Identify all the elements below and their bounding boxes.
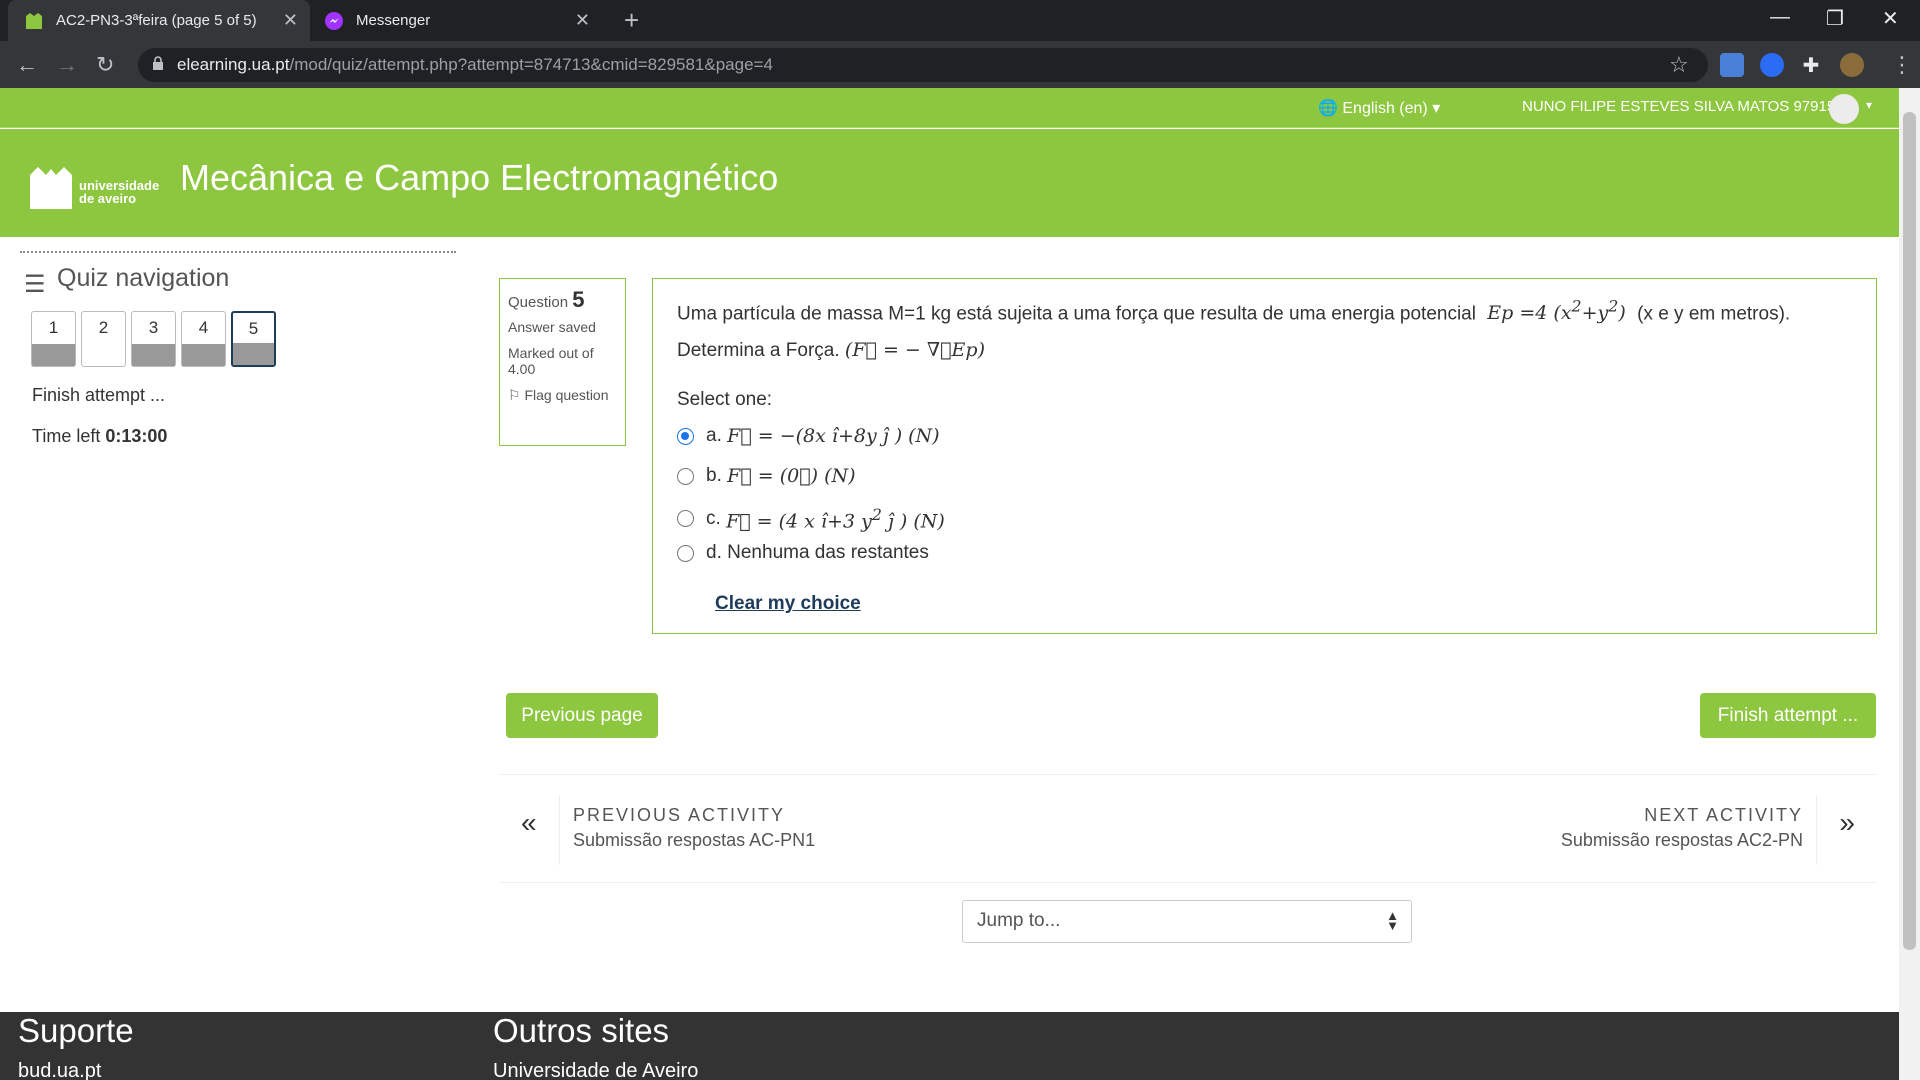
potential-formula: Ep =4 (x2+y2): [1481, 297, 1632, 325]
url-text[interactable]: elearning.ua.pt/mod/quiz/attempt.php?att…: [177, 55, 773, 75]
force-formula: (F⃗ = − ∇⃗Ep): [844, 339, 985, 361]
back-icon[interactable]: ←: [16, 52, 38, 78]
question-content: Uma partícula de massa M=1 kg está sujei…: [652, 278, 1877, 634]
option-a[interactable]: a. F⃗ = −(8x î+8y ĵ ) (N): [677, 425, 940, 447]
chevron-down-icon[interactable]: ▾: [1866, 98, 1872, 112]
close-icon[interactable]: ✕: [575, 10, 590, 31]
divider: [1816, 795, 1817, 865]
option-a-formula: F⃗ = −(8x î+8y ĵ ) (N): [727, 425, 940, 447]
question-info-box: Question 5 Answer saved Marked out of 4.…: [499, 278, 626, 446]
divider: [20, 251, 456, 253]
finish-attempt-button[interactable]: Finish attempt ...: [1700, 693, 1876, 738]
finish-attempt-link[interactable]: Finish attempt ...: [32, 385, 165, 406]
answered-indicator: [182, 344, 225, 366]
tab-quiz[interactable]: AC2-PN3-3ªfeira (page 5 of 5) ✕: [8, 0, 310, 41]
university-logo-text: universidade de aveiro: [79, 178, 160, 206]
quiz-navigation-title: Quiz navigation: [57, 264, 230, 292]
double-chevron-left-icon[interactable]: «: [521, 807, 537, 839]
other-sites-title: Outros sites: [493, 1012, 670, 1049]
minimize-icon[interactable]: —: [1770, 6, 1790, 29]
previous-page-button[interactable]: Previous page: [506, 693, 658, 738]
forward-icon[interactable]: →: [56, 52, 78, 78]
top-navbar: 🌐 English (en) ▾ NUNO FILIPE ESTEVES SIL…: [0, 88, 1899, 128]
user-avatar[interactable]: [1829, 94, 1859, 124]
scrollbar-thumb[interactable]: [1903, 112, 1916, 950]
flag-question[interactable]: ⚐ Flag question: [508, 387, 617, 404]
radio-selected[interactable]: [677, 427, 694, 445]
support-link[interactable]: bud.ua.pt: [18, 1060, 101, 1080]
browser-menu-icon[interactable]: ⋮: [1891, 52, 1913, 78]
page-viewport: 🌐 English (en) ▾ NUNO FILIPE ESTEVES SIL…: [0, 88, 1899, 1080]
answered-indicator: [32, 344, 75, 366]
select-arrows-icon: ▲ ▼: [1386, 908, 1399, 933]
question-text-2: Determina a Força. (F⃗ = − ∇⃗Ep): [677, 339, 985, 361]
radio[interactable]: [677, 544, 694, 562]
radio[interactable]: [677, 467, 694, 485]
divider: [559, 795, 560, 865]
question-number: Question 5: [508, 287, 585, 312]
question-text: Uma partícula de massa M=1 kg está sujei…: [677, 297, 1791, 325]
new-tab-button[interactable]: +: [624, 7, 639, 33]
puzzle-extensions-icon[interactable]: ✚: [1799, 53, 1823, 77]
tab-bar: AC2-PN3-3ªfeira (page 5 of 5) ✕ Messenge…: [0, 0, 1920, 41]
question-nav-button[interactable]: 2: [81, 311, 126, 367]
tab-title: AC2-PN3-3ªfeira (page 5 of 5): [56, 12, 257, 29]
course-title[interactable]: Mecânica e Campo Electromagnético: [180, 157, 778, 199]
extension-icon[interactable]: [1760, 53, 1784, 77]
support-title: Suporte: [18, 1012, 134, 1049]
option-b-formula: F⃗ = (0⃗) (N): [727, 465, 856, 487]
option-c[interactable]: c. F⃗ = (4 x î+3 y2 ĵ ) (N): [677, 505, 945, 532]
previous-activity-label: PREVIOUS ACTIVITY: [573, 805, 786, 825]
other-sites-link[interactable]: Universidade de Aveiro: [493, 1060, 698, 1080]
activity-navigation: « PREVIOUS ACTIVITY Submissão respostas …: [499, 774, 1877, 883]
close-icon[interactable]: ✕: [283, 10, 298, 31]
marked-out-of: Marked out of 4.00: [508, 345, 594, 377]
course-header: universidade de aveiro Mecânica e Campo …: [0, 129, 1899, 237]
jump-to-select[interactable]: Jump to... ▲ ▼: [962, 900, 1412, 943]
option-c-formula: F⃗ = (4 x î+3 y2 ĵ ) (N): [726, 505, 945, 533]
messenger-icon: [324, 11, 344, 31]
radio[interactable]: [677, 510, 694, 528]
window-close-icon[interactable]: ✕: [1882, 6, 1899, 31]
hamburger-icon: ☰: [24, 271, 46, 298]
option-d[interactable]: d. Nenhuma das restantes: [677, 542, 929, 564]
next-activity-label: NEXT ACTIVITY: [1644, 805, 1803, 825]
user-name[interactable]: NUNO FILIPE ESTEVES SILVA MATOS 97915: [1522, 98, 1835, 115]
bookmark-star-icon[interactable]: ☆: [1669, 52, 1689, 78]
double-chevron-right-icon[interactable]: »: [1839, 807, 1855, 839]
tab-messenger[interactable]: Messenger ✕: [312, 0, 602, 41]
time-left-value: 0:13:00: [105, 426, 168, 446]
answered-indicator: [132, 344, 175, 366]
restore-icon[interactable]: ❐: [1826, 6, 1844, 31]
question-nav-button[interactable]: 4: [181, 311, 226, 367]
question-nav-button[interactable]: 3: [131, 311, 176, 367]
question-nav-button[interactable]: 1: [31, 311, 76, 367]
clear-choice-link[interactable]: Clear my choice: [715, 593, 861, 615]
translate-extension-icon[interactable]: [1720, 53, 1744, 77]
language-menu[interactable]: 🌐 English (en) ▾: [1318, 98, 1440, 118]
time-left: Time left 0:13:00: [32, 426, 168, 446]
footer: Suporte bud.ua.pt Outros sites Universid…: [0, 1012, 1899, 1080]
question-nav-button-current[interactable]: 5: [231, 311, 276, 367]
reload-icon[interactable]: ↻: [96, 52, 114, 78]
university-logo-icon[interactable]: [28, 165, 74, 211]
tab-title: Messenger: [356, 12, 431, 29]
previous-activity-link[interactable]: Submissão respostas AC-PN1: [573, 830, 815, 851]
profile-avatar[interactable]: [1840, 53, 1864, 77]
option-b[interactable]: b. F⃗ = (0⃗) (N): [677, 465, 856, 487]
lock-icon[interactable]: [152, 56, 164, 75]
next-activity-link[interactable]: Submissão respostas AC2-PN: [1561, 830, 1803, 851]
moodle-favicon-icon: [24, 11, 44, 31]
flag-icon: ⚐: [508, 387, 525, 403]
answered-indicator: [233, 343, 274, 365]
select-one-label: Select one:: [677, 389, 773, 410]
answer-status: Answer saved: [508, 319, 596, 335]
